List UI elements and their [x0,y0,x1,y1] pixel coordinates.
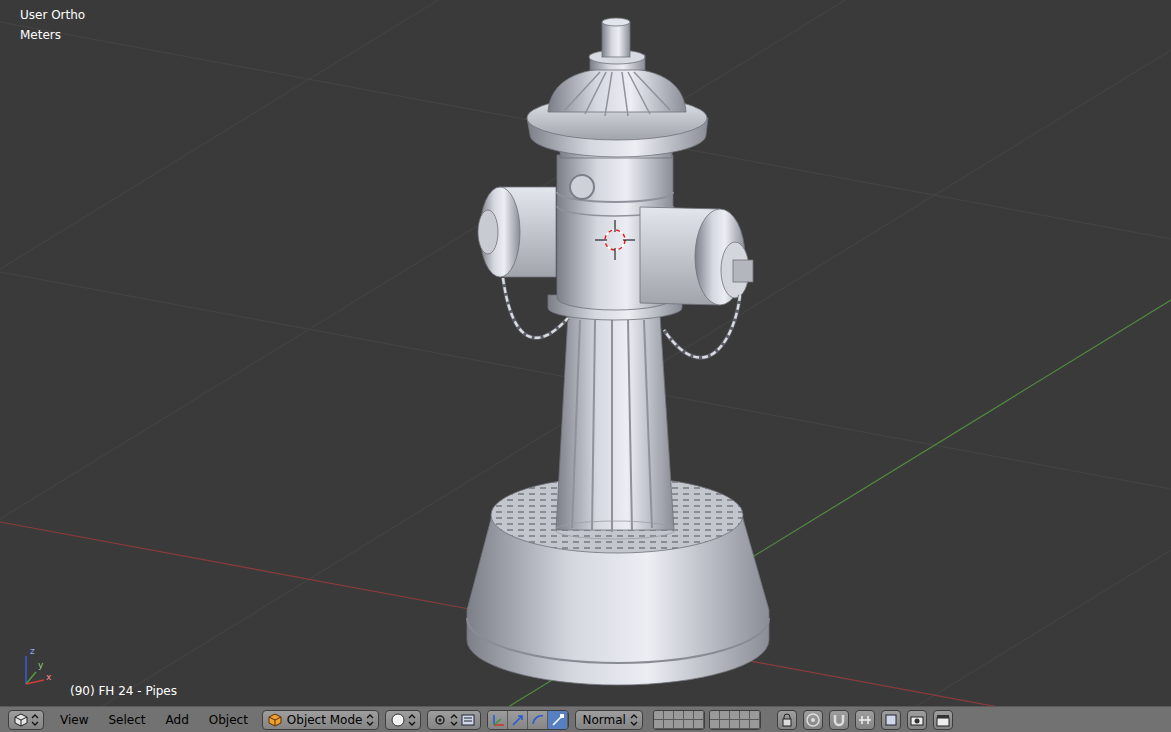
translate-icon [510,712,526,728]
manipulator-button[interactable] [548,710,568,730]
layer-button[interactable] [654,711,664,720]
proportional-edit-button[interactable] [803,710,823,730]
layer-button[interactable] [740,720,750,729]
layer-button[interactable] [674,711,684,720]
layer-button[interactable] [694,711,704,720]
layer-button[interactable] [684,720,694,729]
units-label: Meters [20,28,61,43]
layer-button[interactable] [664,711,674,720]
manipulator-button[interactable] [488,710,508,730]
axis-label: y [38,660,43,670]
layer-group [653,710,705,730]
align-icon [460,712,476,728]
scene-canvas [0,0,1171,706]
updown-arrows-icon [630,713,638,727]
layer-button[interactable] [684,711,694,720]
updown-arrows-icon [366,713,374,727]
updown-arrows-icon [31,713,39,727]
3d-cursor-icon[interactable] [595,220,635,260]
snap-target-button[interactable] [855,710,875,730]
clapper-button[interactable] [933,710,953,730]
object-info: (90) FH 24 - Pipes [70,684,177,699]
axis-label: x [46,672,51,682]
lock-button[interactable] [777,710,797,730]
layer-button[interactable] [710,720,720,729]
menu-item[interactable]: Object [209,711,248,729]
menu-bar: View Select Add Object [60,711,248,729]
render-button[interactable] [907,710,927,730]
manipulator-button[interactable] [528,710,548,730]
proportional-edit-icon [805,712,821,728]
menu-item[interactable]: Add [166,711,189,729]
3d-viewport[interactable]: User Ortho Meters (90) FH 24 - Pipes zyx [0,0,1171,706]
layer-button[interactable] [750,711,760,720]
grid [0,0,1171,706]
mode-dropdown[interactable]: Object Mode [262,710,380,730]
manipulator-group [487,710,569,730]
snap-target-icon [857,712,873,728]
snap-element-icon [883,712,899,728]
layer-button[interactable] [664,720,674,729]
object-cube-icon [267,712,283,728]
blender-window: User Ortho Meters (90) FH 24 - Pipes zyx Vi… [0,0,1171,732]
sphere-icon [390,712,406,728]
editor-type-button[interactable] [8,710,44,730]
updown-arrows-icon [408,713,416,727]
axis-label: z [30,646,35,656]
updown-arrows-icon [450,713,458,727]
y-axis-line [0,300,1171,706]
menu-item[interactable]: View [60,711,88,729]
layer-button[interactable] [750,720,760,729]
view-name: User Ortho [20,8,85,23]
clapper-icon [935,712,951,728]
magnet-button[interactable] [829,710,849,730]
mode-label: Object Mode [285,711,365,729]
menu-item[interactable]: Select [108,711,145,729]
3d-view-header: View Select Add Object Object Mode Normal [0,706,1171,732]
layer-button[interactable] [674,720,684,729]
snap-element-button[interactable] [881,710,901,730]
fire-hydrant [467,18,769,685]
magnet-icon [831,712,847,728]
render-icon [909,712,925,728]
layer-button[interactable] [740,711,750,720]
layer-button[interactable] [654,720,664,729]
layer-buttons [653,710,761,730]
orientation-dropdown[interactable]: Normal [575,710,642,730]
layer-button[interactable] [694,720,704,729]
layer-button[interactable] [710,711,720,720]
layer-button[interactable] [730,711,740,720]
layer-button[interactable] [720,720,730,729]
lock-icon [779,712,795,728]
scale-icon [550,712,566,728]
layer-button[interactable] [730,720,740,729]
layer-group [709,710,761,730]
orientation-label: Normal [580,711,627,729]
tool-buttons [777,710,953,730]
manipulator-button[interactable] [508,710,528,730]
pivot-icon [432,712,448,728]
layer-button[interactable] [720,711,730,720]
cube-icon [13,712,29,728]
shading-dropdown[interactable] [385,710,421,730]
pivot-dropdown[interactable] [427,710,481,730]
toggle-icon [490,712,506,728]
axes-widget-icon [26,656,44,684]
rotate-icon [530,712,546,728]
